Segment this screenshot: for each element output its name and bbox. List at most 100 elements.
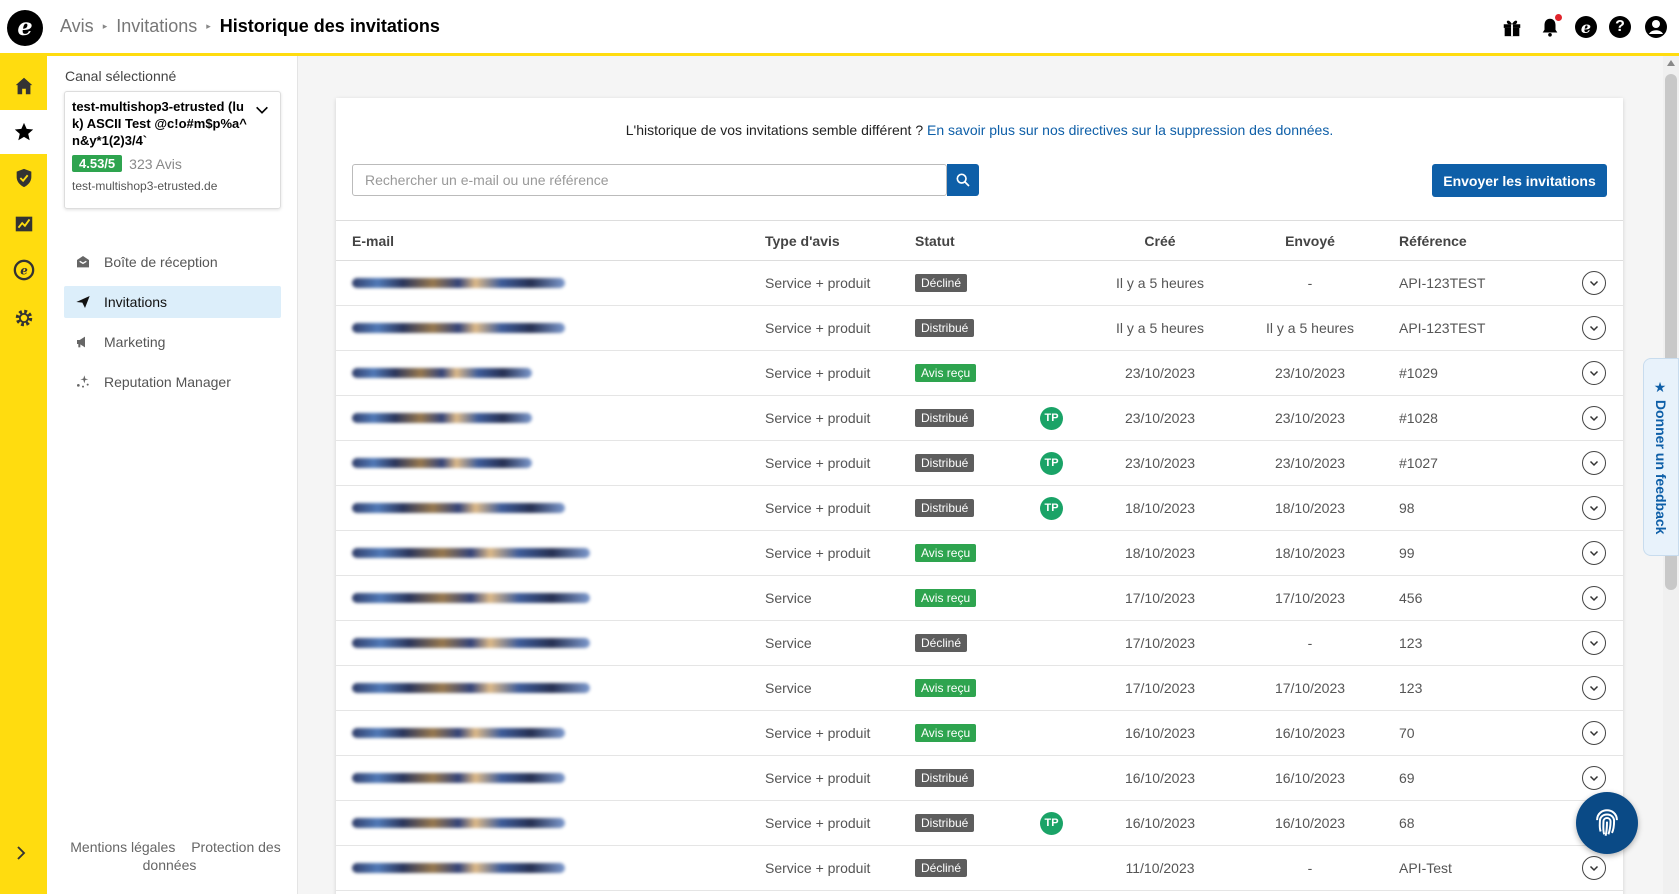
expand-row-chevron-icon[interactable] [1582, 631, 1606, 655]
sent-cell: Il y a 5 heures [1266, 320, 1354, 336]
user-avatar-icon[interactable] [1643, 14, 1669, 40]
expand-row-chevron-icon[interactable] [1582, 766, 1606, 790]
rail-reviews[interactable] [0, 110, 47, 154]
table-row[interactable]: Service Avis reçu 17/10/2023 17/10/2023 123 [336, 666, 1623, 711]
table-row[interactable]: Service + produit Décliné Il y a 5 heures -… [336, 261, 1623, 306]
actions-cell [1565, 631, 1623, 655]
email-cell [336, 413, 765, 423]
table-row[interactable]: Service + produit Distribué TP 16/10/2023 16… [336, 801, 1623, 846]
table-row[interactable]: Service + produit Avis reçu 18/10/2023 18/1… [336, 531, 1623, 576]
rail-settings[interactable] [0, 296, 47, 340]
table-row[interactable]: Service Décliné 17/10/2023 - 123 [336, 621, 1623, 666]
col-email[interactable]: E-mail [336, 233, 765, 249]
review-type-cell: Service + produit [765, 500, 871, 516]
status-cell: Distribué [915, 499, 1040, 517]
trustpilot-badge-icon: TP [1040, 496, 1063, 520]
table-row[interactable]: Service + produit Décliné 11/10/2023 - API-T… [336, 846, 1623, 891]
expand-row-chevron-icon[interactable] [1582, 271, 1606, 295]
table-row[interactable]: Service + produit Avis reçu 16/10/2023 16/1… [336, 711, 1623, 756]
reference-cell: API-Test [1399, 860, 1452, 876]
review-type-cell: Service + produit [765, 320, 871, 336]
expand-row-chevron-icon[interactable] [1582, 361, 1606, 385]
data-deletion-link[interactable]: En savoir plus sur nos directives sur la… [927, 122, 1333, 138]
send-invitations-button[interactable]: Envoyer les invitations [1432, 164, 1607, 197]
actions-cell [1565, 451, 1623, 475]
sidebar-item-invitations[interactable]: Invitations [64, 286, 281, 318]
email-cell [336, 323, 765, 333]
col-created[interactable]: Créé [1085, 233, 1235, 249]
home-icon [15, 77, 32, 95]
bell-icon[interactable] [1537, 14, 1563, 40]
notification-dot [1555, 14, 1562, 21]
status-cell: Avis reçu [915, 544, 1040, 562]
created-cell: 16/10/2023 [1124, 725, 1196, 741]
col-status[interactable]: Statut [915, 233, 1040, 249]
search-input[interactable] [352, 164, 947, 196]
rail-home[interactable] [0, 64, 47, 108]
sidebar-item-label: Boîte de réception [104, 254, 218, 270]
table-row[interactable]: Service + produit Distribué TP 18/10/2023 18… [336, 486, 1623, 531]
breadcrumb-avis[interactable]: Avis [60, 16, 94, 37]
gift-icon[interactable] [1499, 14, 1525, 40]
email-cell [336, 593, 765, 603]
expand-row-chevron-icon[interactable] [1582, 586, 1606, 610]
gear-icon [15, 309, 32, 327]
rail-analytics[interactable] [0, 202, 47, 246]
sidebar-item-inbox[interactable]: Boîte de réception [64, 246, 281, 278]
search-button[interactable] [947, 164, 979, 196]
email-cell [336, 638, 765, 648]
created-cell: 16/10/2023 [1124, 770, 1196, 786]
table-row[interactable]: Service + produit Distribué Il y a 5 heure… [336, 306, 1623, 351]
col-reference[interactable]: Référence [1385, 233, 1565, 249]
table-row[interactable]: Service + produit Distribué 16/10/2023 16/1… [336, 756, 1623, 801]
rail-trust[interactable] [0, 156, 47, 200]
data-deletion-notice: L'historique de vos invitations semble d… [336, 122, 1623, 138]
fingerprint-button[interactable] [1576, 792, 1638, 854]
tp-cell: TP [1040, 811, 1085, 835]
redacted-email [352, 368, 532, 378]
expand-rail-chevron-icon[interactable] [12, 842, 30, 868]
scroll-up-arrow-icon[interactable] [1667, 60, 1675, 66]
status-badge: Avis reçu [915, 544, 977, 562]
expand-row-chevron-icon[interactable] [1582, 451, 1606, 475]
breadcrumb-invitations[interactable]: Invitations [116, 16, 197, 37]
legal-notice-link[interactable]: Mentions légales [70, 839, 175, 855]
rail-etrusted[interactable]: e [0, 248, 47, 292]
sidebar-item-reputation-manager[interactable]: Reputation Manager [64, 366, 281, 398]
col-type[interactable]: Type d'avis [765, 233, 915, 249]
table-row[interactable]: Service + produit Avis reçu 23/10/2023 23/1… [336, 351, 1623, 396]
etrusted-icon[interactable]: e [1575, 16, 1597, 38]
expand-row-chevron-icon[interactable] [1582, 541, 1606, 565]
channel-rating: 4.53/5 323 Avis [72, 155, 273, 172]
channel-selector[interactable]: test-multishop3-etrusted (luk) ASCII Tes… [64, 91, 281, 209]
col-sent[interactable]: Envoyé [1235, 233, 1385, 249]
status-badge: Distribué [915, 319, 975, 337]
table-row[interactable]: Service + produit Distribué TP 23/10/2023 23… [336, 396, 1623, 441]
status-badge: Distribué [915, 454, 975, 472]
expand-row-chevron-icon[interactable] [1582, 676, 1606, 700]
star-icon [14, 122, 33, 141]
help-icon[interactable]: ? [1609, 16, 1631, 38]
created-cell: 17/10/2023 [1124, 680, 1196, 696]
table-row[interactable]: Service + produit Distribué TP 23/10/2023 23… [336, 441, 1623, 486]
email-cell [336, 503, 765, 513]
expand-row-chevron-icon[interactable] [1582, 856, 1606, 880]
expand-row-chevron-icon[interactable] [1582, 406, 1606, 430]
expand-row-chevron-icon[interactable] [1582, 496, 1606, 520]
table-row[interactable]: Service Avis reçu 17/10/2023 17/10/2023 456 [336, 576, 1623, 621]
sent-cell: - [1307, 860, 1313, 876]
expand-row-chevron-icon[interactable] [1582, 316, 1606, 340]
review-type-cell: Service [765, 635, 812, 651]
feedback-tab[interactable]: ★ Donner un feedback [1643, 358, 1679, 556]
inbox-icon [74, 253, 92, 271]
email-cell [336, 368, 765, 378]
status-cell: Distribué [915, 409, 1040, 427]
email-cell [336, 863, 765, 873]
reference-cell: 70 [1399, 725, 1415, 741]
status-cell: Distribué [915, 769, 1040, 787]
sidebar-item-marketing[interactable]: Marketing [64, 326, 281, 358]
etrusted-logo[interactable]: e [7, 10, 43, 46]
status-cell: Décliné [915, 274, 1040, 292]
expand-row-chevron-icon[interactable] [1582, 721, 1606, 745]
reference-cell: #1028 [1399, 410, 1438, 426]
